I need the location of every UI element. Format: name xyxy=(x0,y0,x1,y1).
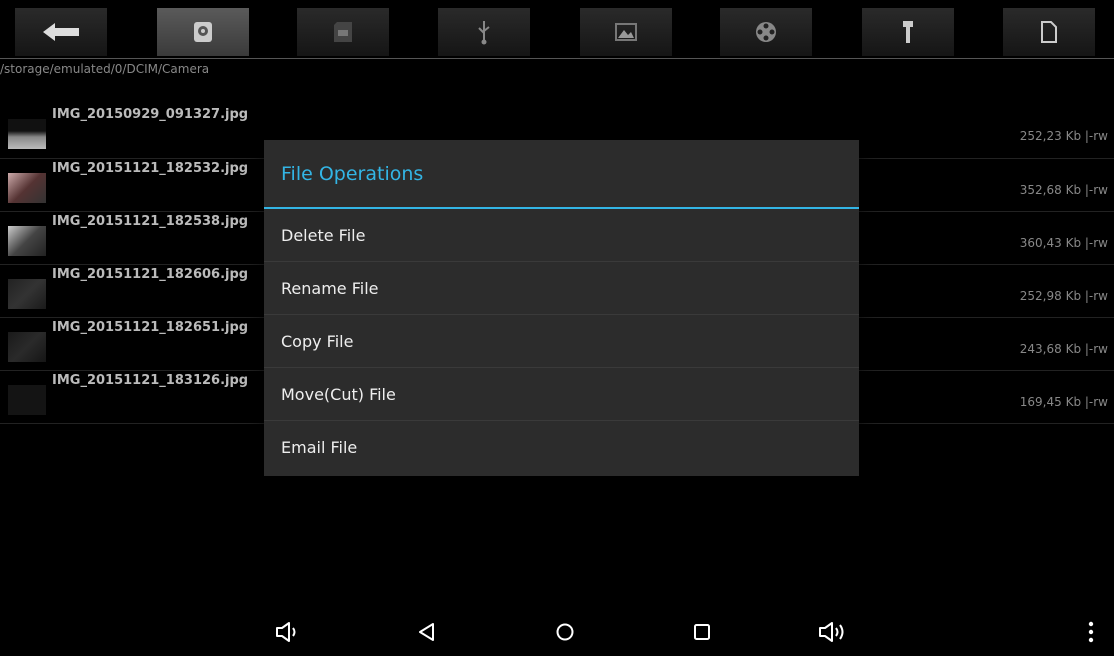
tools-icon xyxy=(903,21,913,43)
back-button[interactable] xyxy=(15,8,107,56)
volume-up-icon xyxy=(819,622,844,642)
tab-videos[interactable] xyxy=(720,8,812,56)
file-name: IMG_20151121_182606.jpg xyxy=(52,267,249,282)
tab-internal-storage[interactable] xyxy=(157,8,249,56)
tab-pictures[interactable] xyxy=(580,8,672,56)
nav-home-button[interactable] xyxy=(550,618,580,646)
file-meta: 352,68 Kb |-rw xyxy=(1019,183,1108,197)
move-file-option[interactable]: Move(Cut) File xyxy=(264,368,859,421)
file-name: IMG_20151121_182532.jpg xyxy=(52,161,249,176)
file-thumbnail xyxy=(8,173,46,203)
video-reel-icon xyxy=(756,22,776,42)
file-meta: 360,43 Kb |-rw xyxy=(1019,236,1108,250)
file-name: IMG_20150929_091327.jpg xyxy=(52,107,249,122)
usb-icon xyxy=(478,21,490,45)
internal-storage-icon xyxy=(194,22,212,42)
copy-file-option[interactable]: Copy File xyxy=(264,315,859,368)
nav-recents-button[interactable] xyxy=(687,618,717,646)
pictures-icon xyxy=(615,23,637,41)
email-file-option[interactable]: Email File xyxy=(264,421,859,474)
file-thumbnail xyxy=(8,119,46,149)
file-operations-dialog: File Operations Delete File Rename File … xyxy=(264,140,859,476)
file-thumbnail xyxy=(8,226,46,256)
tab-tools[interactable] xyxy=(862,8,954,56)
sd-card-icon xyxy=(334,22,352,42)
system-navigation-bar xyxy=(0,606,1114,656)
back-icon xyxy=(419,623,434,641)
overflow-menu-button[interactable] xyxy=(1076,618,1106,646)
top-toolbar xyxy=(0,0,1114,59)
file-meta: 243,68 Kb |-rw xyxy=(1019,342,1108,356)
tab-sd-card[interactable] xyxy=(297,8,389,56)
recents-icon xyxy=(694,624,710,640)
volume-up-button[interactable] xyxy=(818,618,848,646)
file-meta: 252,98 Kb |-rw xyxy=(1019,289,1108,303)
overflow-menu-icon xyxy=(1088,621,1094,643)
current-path: /storage/emulated/0/DCIM/Camera xyxy=(0,62,210,76)
file-thumbnail xyxy=(8,385,46,415)
delete-file-option[interactable]: Delete File xyxy=(264,209,859,262)
file-meta: 169,45 Kb |-rw xyxy=(1019,395,1108,409)
tab-usb[interactable] xyxy=(438,8,530,56)
back-arrow-icon xyxy=(43,23,79,41)
document-icon xyxy=(1041,21,1057,43)
tab-documents[interactable] xyxy=(1003,8,1095,56)
file-meta: 252,23 Kb |-rw xyxy=(1019,129,1108,143)
file-thumbnail xyxy=(8,332,46,362)
file-name: IMG_20151121_182651.jpg xyxy=(52,320,249,335)
nav-back-button[interactable] xyxy=(412,618,442,646)
home-icon xyxy=(556,623,574,641)
volume-down-icon xyxy=(276,622,296,642)
volume-down-button[interactable] xyxy=(273,618,303,646)
file-name: IMG_20151121_182538.jpg xyxy=(52,214,249,229)
dialog-title: File Operations xyxy=(264,140,859,209)
file-thumbnail xyxy=(8,279,46,309)
file-name: IMG_20151121_183126.jpg xyxy=(52,373,249,388)
rename-file-option[interactable]: Rename File xyxy=(264,262,859,315)
